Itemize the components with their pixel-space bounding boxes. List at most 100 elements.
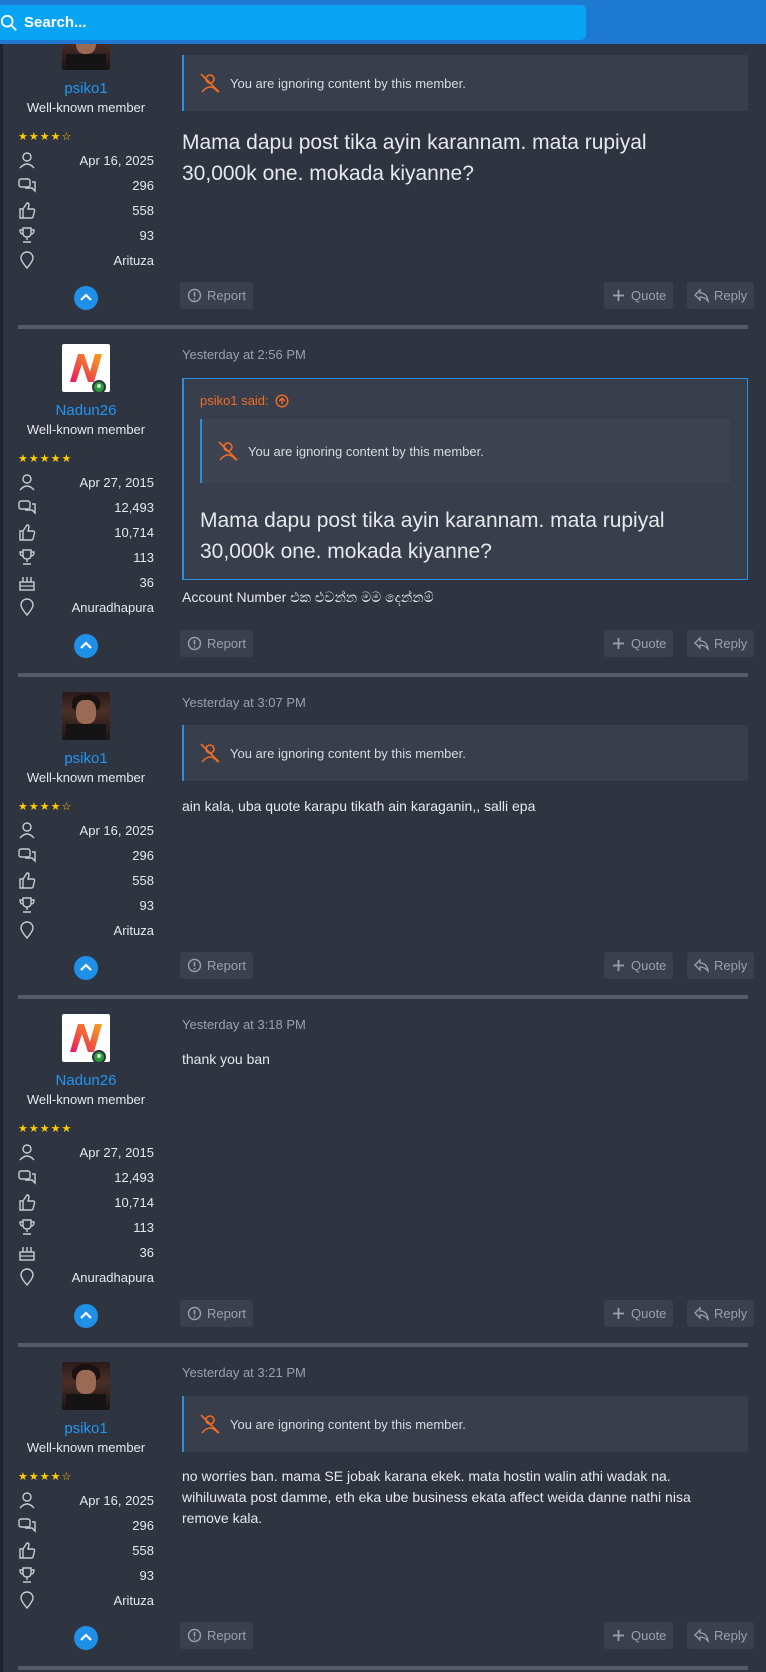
avatar[interactable] (62, 1362, 110, 1410)
stat-messages: 296 (18, 1515, 154, 1535)
stat-location: Arituza (18, 1590, 154, 1610)
quote-author[interactable]: psiko1 said: (200, 393, 289, 408)
quote-button[interactable]: Quote (604, 952, 674, 979)
report-icon (187, 1306, 202, 1321)
post-date[interactable]: Yesterday at 3:18 PM (182, 1017, 306, 1032)
scroll-up-button[interactable] (74, 634, 98, 658)
reply-label: Reply (714, 636, 748, 651)
messages-icon (18, 848, 36, 863)
stat-messages: 12,493 (18, 1167, 154, 1187)
report-button[interactable]: Report (180, 630, 254, 657)
scroll-up-button[interactable] (74, 1304, 98, 1328)
report-button[interactable]: Report (180, 952, 254, 979)
stat-value: 296 (132, 847, 154, 863)
stat-messages: 296 (18, 845, 154, 865)
reply-icon (694, 1306, 709, 1321)
reply-button[interactable]: Reply (687, 282, 755, 309)
stat-value: Apr 27, 2015 (79, 1144, 154, 1160)
stat-location: Anuradhapura (18, 597, 154, 617)
post-separator (18, 673, 748, 677)
stat-value: Apr 16, 2025 (79, 1492, 154, 1508)
stat-value: 36 (139, 1244, 154, 1260)
search-icon (0, 14, 17, 31)
post-separator (18, 995, 748, 999)
thumbs-up-icon (19, 872, 36, 889)
stat-joined: Apr 16, 2025 (18, 1490, 154, 1510)
stat-value: Apr 27, 2015 (79, 474, 154, 490)
quote-label: Quote (631, 288, 667, 303)
birthday-cake-icon (19, 1247, 35, 1261)
stat-joined: Apr 27, 2015 (18, 472, 154, 492)
username[interactable]: psiko1 (18, 750, 154, 767)
reply-label: Reply (714, 288, 748, 303)
location-pin-icon (20, 1591, 34, 1609)
ignore-text: You are ignoring content by this member. (230, 745, 466, 761)
post-message: no worries ban. mama SE jobak karana eke… (182, 1466, 748, 1529)
messages-icon (18, 1518, 36, 1533)
stat-value: 296 (132, 1517, 154, 1533)
scroll-up-button[interactable] (74, 286, 98, 310)
reply-button[interactable]: Reply (687, 1622, 755, 1649)
stat-age: 36 (18, 1242, 154, 1262)
stat-value: 93 (139, 227, 154, 243)
stat-reactions: 558 (18, 200, 154, 220)
muted-user-icon (200, 73, 220, 93)
stat-points: 93 (18, 225, 154, 245)
quote-button[interactable]: Quote (604, 282, 674, 309)
post-message: ain kala, uba quote karapu tikath ain ka… (182, 798, 536, 814)
quote-text: Mama dapu post tika ayin karannam. mata … (200, 509, 665, 563)
stat-value: Anuradhapura (71, 1269, 154, 1285)
stat-value: 10,714 (114, 524, 154, 540)
quote-button[interactable]: Quote (604, 1300, 674, 1327)
post-date[interactable]: Yesterday at 3:21 PM (182, 1365, 306, 1380)
report-label: Report (207, 1628, 247, 1643)
report-icon (187, 958, 202, 973)
report-button[interactable]: Report (180, 1300, 254, 1327)
stat-points: 93 (18, 895, 154, 915)
username[interactable]: psiko1 (18, 80, 154, 97)
location-pin-icon (20, 1268, 34, 1286)
reply-label: Reply (714, 1628, 748, 1643)
location-pin-icon (20, 921, 34, 939)
user-icon (19, 1144, 35, 1161)
stat-points: 93 (18, 1565, 154, 1585)
reply-button[interactable]: Reply (687, 952, 755, 979)
stat-value: 113 (133, 1219, 154, 1235)
reply-button[interactable]: Reply (687, 1300, 755, 1327)
trophy-icon (19, 1219, 35, 1235)
username[interactable]: psiko1 (18, 1420, 154, 1437)
user-title: Well-known member (26, 100, 146, 115)
user-info: Nadun26 Well-known member ★★★★★ Apr 27, … (18, 1000, 154, 1340)
trophy-icon (19, 549, 35, 565)
username[interactable]: Nadun26 (18, 402, 154, 419)
ignore-text: You are ignoring content by this member. (248, 443, 484, 459)
scroll-up-button[interactable] (74, 1626, 98, 1650)
post-date[interactable]: Yesterday at 3:07 PM (182, 695, 306, 710)
thumbs-up-icon (19, 1542, 36, 1559)
chevron-up-icon (80, 293, 92, 301)
post-date[interactable]: Yesterday at 2:56 PM (182, 347, 306, 362)
stat-value: 12,493 (114, 499, 154, 515)
stat-value: 36 (139, 574, 154, 590)
user-title: Well-known member (26, 1092, 146, 1107)
report-button[interactable]: Report (180, 282, 254, 309)
quote-button[interactable]: Quote (604, 1622, 674, 1649)
stat-value: Apr 16, 2025 (79, 152, 154, 168)
user-icon (19, 474, 35, 491)
stat-value: 93 (139, 1567, 154, 1583)
quote-button[interactable]: Quote (604, 630, 674, 657)
user-icon (19, 152, 35, 169)
ignored-content-notice: You are ignoring content by this member. (182, 1396, 748, 1452)
reply-button[interactable]: Reply (687, 630, 755, 657)
post-message: Account Number එක එවන්න මම දෙන්නම් (182, 589, 434, 605)
stat-points: 113 (18, 547, 154, 567)
location-pin-icon (20, 598, 34, 616)
message-line: no worries ban. mama SE jobak karana eke… (182, 1468, 671, 1484)
stat-value: 558 (132, 1542, 154, 1558)
scroll-up-button[interactable] (74, 956, 98, 980)
search-input[interactable]: Search... (0, 5, 586, 40)
username[interactable]: Nadun26 (18, 1072, 154, 1089)
online-status-icon (92, 380, 106, 394)
avatar[interactable] (62, 692, 110, 740)
report-button[interactable]: Report (180, 1622, 254, 1649)
